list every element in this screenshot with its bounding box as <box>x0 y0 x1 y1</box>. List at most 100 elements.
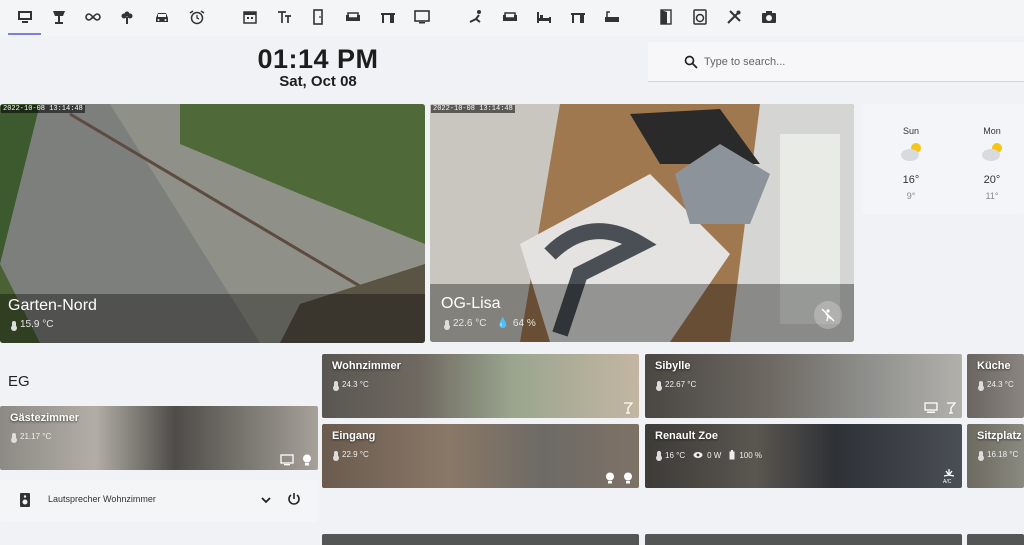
camera-name: Garten-Nord <box>8 297 97 314</box>
tools-icon[interactable] <box>723 6 745 28</box>
room-name: Eingang <box>332 430 376 442</box>
room-temperature: 24.3 °C <box>987 380 1014 389</box>
media-player-label: Lautsprecher Wohnzimmer <box>48 494 156 504</box>
room-stats: 22.9 °C <box>333 450 369 461</box>
camera-timestamp: 2022-10-08 13:14:48 <box>1 105 85 113</box>
camera-timestamp: 2022-10-08 13:14:48 <box>431 105 515 113</box>
computer-icon[interactable] <box>924 402 938 414</box>
eye-icon <box>693 452 703 458</box>
room-name: Sitzplatz <box>977 430 1022 442</box>
thermometer-icon <box>333 380 339 391</box>
cocktail-icon[interactable] <box>946 402 956 414</box>
lightbulb-icon[interactable] <box>605 472 615 484</box>
thermometer-icon <box>333 450 339 461</box>
room-temperature: 16.18 °C <box>987 450 1019 459</box>
camera-humidity-value: 64 % <box>512 318 536 329</box>
car-icon[interactable] <box>151 6 173 28</box>
thermometer-icon <box>656 451 662 461</box>
camera-name: OG-Lisa <box>441 295 501 312</box>
sofa-icon[interactable] <box>342 6 364 28</box>
door-open-icon[interactable] <box>655 6 677 28</box>
room-card-kueche[interactable]: Küche 24.3 °C <box>967 354 1024 418</box>
clock-widget: 01:14 PM Sat, Oct 08 <box>180 44 456 90</box>
calendar-icon[interactable] <box>239 6 261 28</box>
camera-og-lisa[interactable]: 2022-10-08 13:14:48 OG-Lisa 22.6 °C 💧 64… <box>430 104 854 342</box>
lamp-icon[interactable] <box>48 6 70 28</box>
room-card-partial[interactable] <box>322 534 639 545</box>
forecast-high: 16° <box>902 174 920 186</box>
monitor-icon[interactable] <box>14 6 36 28</box>
desk-icon[interactable] <box>567 6 589 28</box>
room-card-renault-zoe[interactable]: Renault Zoe 16 °C 0 W 100 % A/C <box>645 424 962 488</box>
door-icon[interactable] <box>307 6 329 28</box>
humidity-icon: 💧 <box>496 318 509 329</box>
desk-icon[interactable] <box>377 6 399 28</box>
room-card-partial[interactable] <box>645 534 962 545</box>
room-name: Wohnzimmer <box>332 360 401 372</box>
lightbulb-icon[interactable] <box>302 454 312 466</box>
search-input[interactable] <box>704 52 1004 72</box>
thermometer-icon <box>11 320 17 331</box>
lightbulb-icon[interactable] <box>623 472 633 484</box>
camera-garten-nord[interactable]: 2022-10-08 13:14:48 Garten-Nord 15.9 °C <box>0 104 425 343</box>
forecast-low: 9° <box>906 191 916 201</box>
tv-icon[interactable] <box>280 454 294 466</box>
power-button[interactable] <box>286 491 302 507</box>
tv-icon[interactable] <box>411 6 433 28</box>
search-bar <box>648 42 1024 82</box>
partly-cloudy-icon <box>901 143 921 161</box>
room-temperature: 22.9 °C <box>342 450 369 459</box>
room-stats: 22.67 °C <box>656 380 696 391</box>
text-icon[interactable] <box>273 6 295 28</box>
room-name: Renault Zoe <box>655 430 718 442</box>
media-player-card[interactable]: Lautsprecher Wohnzimmer <box>0 480 318 522</box>
room-stats: 16.18 °C <box>978 450 1019 461</box>
washer-icon[interactable] <box>689 6 711 28</box>
room-temperature: 21.17 °C <box>20 432 52 441</box>
room-stats: 16 °C 0 W 100 % <box>656 450 763 461</box>
camera-stats: 22.6 °C 💧 64 % <box>444 318 536 330</box>
sofa-icon[interactable] <box>499 6 521 28</box>
battery-icon <box>729 450 735 460</box>
car-battery: 100 % <box>739 450 763 460</box>
camera-icon[interactable] <box>758 6 780 28</box>
top-navigation-bar <box>0 0 1024 36</box>
thermometer-icon <box>444 319 450 330</box>
infinity-icon[interactable] <box>82 6 104 28</box>
room-actions <box>623 402 633 414</box>
room-card-sibylle[interactable]: Sibylle 22.67 °C <box>645 354 962 418</box>
forecast-day-label: Mon <box>983 126 1001 136</box>
room-card-gaestezimmer[interactable]: Gästezimmer 21.17 °C <box>0 406 318 470</box>
thermometer-icon <box>11 432 17 443</box>
thermometer-icon <box>978 380 984 391</box>
forecast-high: 20° <box>983 174 1001 186</box>
forecast-day-label: Sun <box>902 126 919 136</box>
room-card-sitzplatz[interactable]: Sitzplatz 16.18 °C <box>967 424 1024 488</box>
room-actions <box>924 402 956 414</box>
person-rowing-icon[interactable] <box>465 6 487 28</box>
room-stats: 24.3 °C <box>333 380 369 391</box>
camera-temperature-value: 22.6 °C <box>453 318 487 329</box>
partly-cloudy-icon <box>982 143 1002 161</box>
chevron-down-icon[interactable] <box>258 492 274 508</box>
motion-off-icon <box>821 308 835 322</box>
air-conditioning-icon[interactable]: A/C <box>942 468 956 484</box>
forecast-low: 11° <box>985 191 999 201</box>
active-tab-indicator <box>8 33 41 35</box>
svg-text:A/C: A/C <box>943 479 952 484</box>
motion-off-button[interactable] <box>814 301 842 329</box>
clock-time: 01:14 PM <box>257 44 379 74</box>
cocktail-icon[interactable] <box>623 402 633 414</box>
car-power: 0 W <box>707 450 722 460</box>
room-name: Küche <box>977 360 1011 372</box>
bathtub-icon[interactable] <box>601 6 623 28</box>
room-card-wohnzimmer[interactable]: Wohnzimmer 24.3 °C <box>322 354 639 418</box>
room-card-partial[interactable] <box>967 534 1024 545</box>
bed-icon[interactable] <box>533 6 555 28</box>
room-actions <box>605 472 633 484</box>
room-card-eingang[interactable]: Eingang 22.9 °C <box>322 424 639 488</box>
car-temperature: 16 °C <box>665 450 686 460</box>
alarm-icon[interactable] <box>186 6 208 28</box>
room-actions: A/C <box>942 468 956 484</box>
flower-icon[interactable] <box>116 6 138 28</box>
